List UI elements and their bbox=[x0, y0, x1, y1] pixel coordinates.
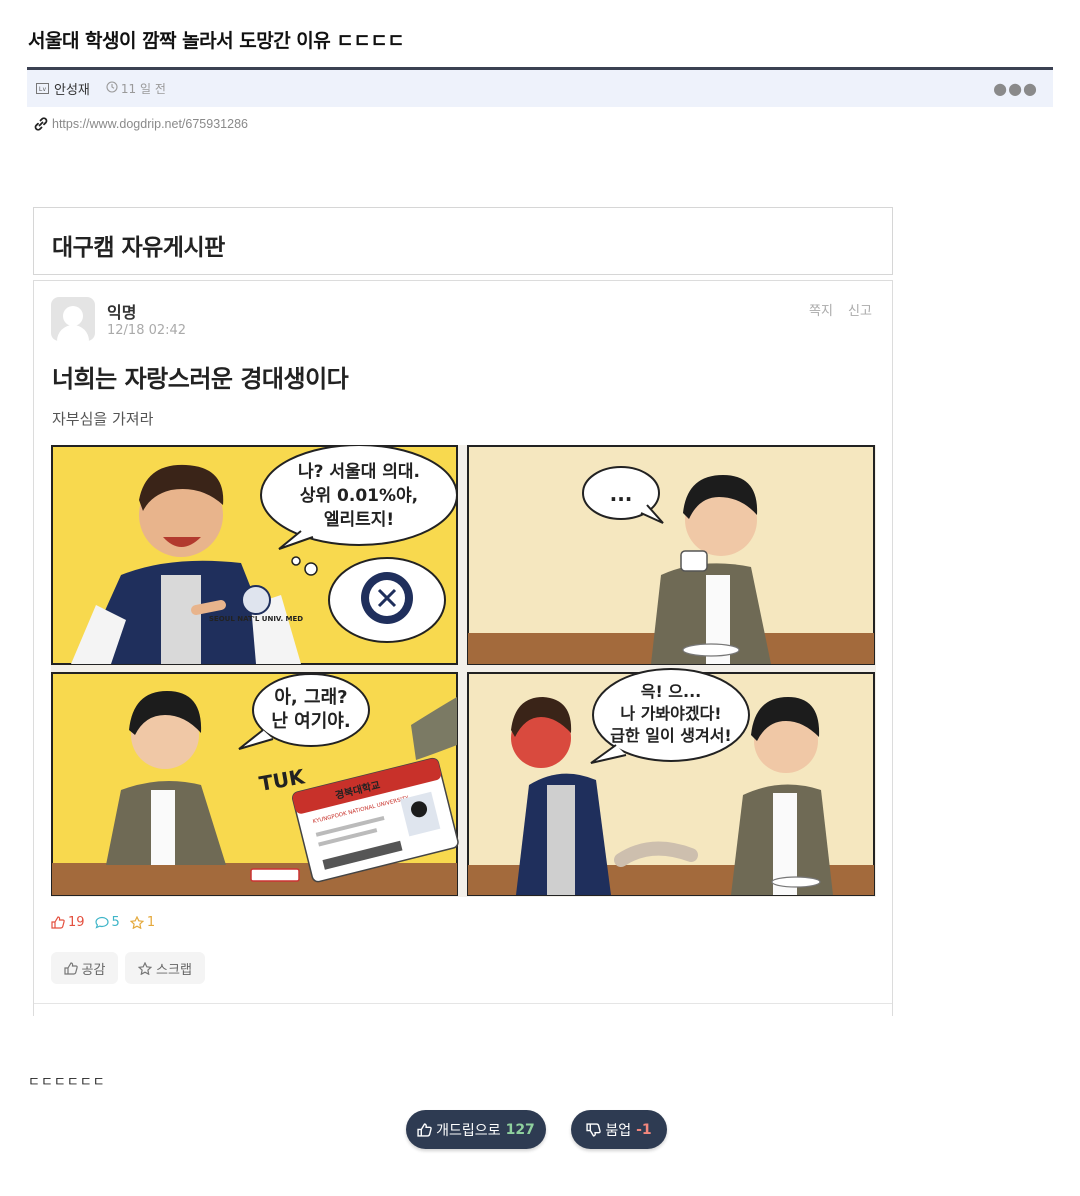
comment-count: 5 bbox=[111, 915, 120, 930]
clock-icon bbox=[106, 81, 118, 96]
more-options-icon[interactable]: ●●● bbox=[993, 79, 1038, 98]
panel4-line-2: 나 가봐야겠다! bbox=[620, 704, 721, 723]
panel1-jacket-text: SEOUL NAT'L UNIV. MED bbox=[209, 615, 303, 623]
like-button-label: 공감 bbox=[81, 962, 106, 978]
like-count: 19 bbox=[68, 915, 85, 930]
post-time: 11 일 전 bbox=[120, 82, 166, 96]
panel1-line-1: 나? 서울대 의대. bbox=[298, 462, 420, 482]
report-button: 신고 bbox=[848, 304, 872, 319]
message-button: 쪽지 bbox=[809, 304, 833, 319]
star-icon bbox=[138, 961, 153, 975]
downvote-button[interactable]: 붐업 -1 bbox=[571, 1110, 667, 1149]
embedded-title: 너희는 자랑스러운 경대생이다 bbox=[52, 365, 349, 393]
panel2-bubble: ... bbox=[610, 482, 633, 506]
panel4-line-3: 급한 일이 생겨서! bbox=[610, 726, 731, 745]
member-level-icon: Lv bbox=[36, 83, 49, 94]
embedded-body: 자부심을 가져라 bbox=[52, 410, 154, 428]
thumbs-up-icon bbox=[51, 916, 65, 929]
scrap-stat: 1 bbox=[129, 915, 156, 930]
post-title: 서울대 학생이 깜짝 놀라서 도망간 이유 ㄷㄷㄷㄷ bbox=[28, 30, 405, 52]
comic-panel-3: 아, 그래? 난 여기야. TUK 경북대학교 KYUNGPOOK NATION… bbox=[51, 672, 459, 896]
comment-stat: 5 bbox=[94, 915, 120, 930]
comic-strip: SEOUL NAT'L UNIV. MED 나? 서울대 의대. 상위 0.01… bbox=[51, 445, 876, 897]
upvote-label: 개드립으로 bbox=[436, 1122, 501, 1139]
scrap-button-label: 스크랩 bbox=[156, 962, 192, 978]
embedded-date: 12/18 02:42 bbox=[107, 323, 187, 338]
board-name: 대구캠 자유게시판 bbox=[52, 235, 225, 261]
panel3-line-1: 아, 그래? bbox=[274, 687, 347, 708]
post-meta-bar: Lv 안성재 11 일 전 ●●● bbox=[27, 70, 1053, 107]
source-url[interactable]: https://www.dogdrip.net/675931286 bbox=[52, 117, 248, 131]
post-comment-text: ㄷㄷㄷㄷㄷㄷ bbox=[28, 1075, 106, 1090]
board-header: 대구캠 자유게시판 bbox=[33, 207, 893, 275]
comment-icon bbox=[94, 916, 109, 929]
comic-panel-2: ... bbox=[467, 445, 875, 665]
panel4-line-1: 윽! 으... bbox=[641, 682, 702, 701]
comic-panel-1: SEOUL NAT'L UNIV. MED 나? 서울대 의대. 상위 0.01… bbox=[51, 445, 458, 665]
thumbs-down-icon bbox=[586, 1122, 602, 1137]
downvote-count: -1 bbox=[636, 1121, 652, 1138]
panel3-line-2: 난 여기야. bbox=[271, 711, 350, 732]
link-icon bbox=[34, 117, 48, 131]
like-stat: 19 bbox=[51, 915, 85, 930]
panel1-line-2: 상위 0.01%야, bbox=[300, 486, 418, 506]
thumbs-up-icon bbox=[417, 1122, 432, 1137]
embedded-nickname: 익명 bbox=[107, 303, 137, 322]
star-icon bbox=[129, 916, 144, 929]
avatar bbox=[51, 297, 95, 341]
downvote-label: 붐업 bbox=[605, 1122, 632, 1139]
comic-panel-4: 윽! 으... 나 가봐야겠다! 급한 일이 생겨서! bbox=[467, 668, 875, 896]
like-button: 공감 bbox=[51, 952, 118, 984]
embedded-stats: 19 5 1 bbox=[51, 915, 165, 930]
scrap-count: 1 bbox=[146, 915, 156, 930]
embedded-post: 익명 12/18 02:42 쪽지 신고 너희는 자랑스러운 경대생이다 자부심… bbox=[33, 280, 893, 1016]
panel1-line-3: 엘리트지! bbox=[324, 510, 394, 530]
upvote-count: 127 bbox=[505, 1121, 535, 1138]
upvote-button[interactable]: 개드립으로 127 bbox=[406, 1110, 546, 1149]
thumbs-up-icon bbox=[63, 961, 78, 975]
scrap-button: 스크랩 bbox=[125, 952, 205, 984]
source-link-row[interactable]: https://www.dogdrip.net/675931286 bbox=[33, 116, 248, 132]
author-name[interactable]: 안성재 bbox=[54, 79, 90, 98]
